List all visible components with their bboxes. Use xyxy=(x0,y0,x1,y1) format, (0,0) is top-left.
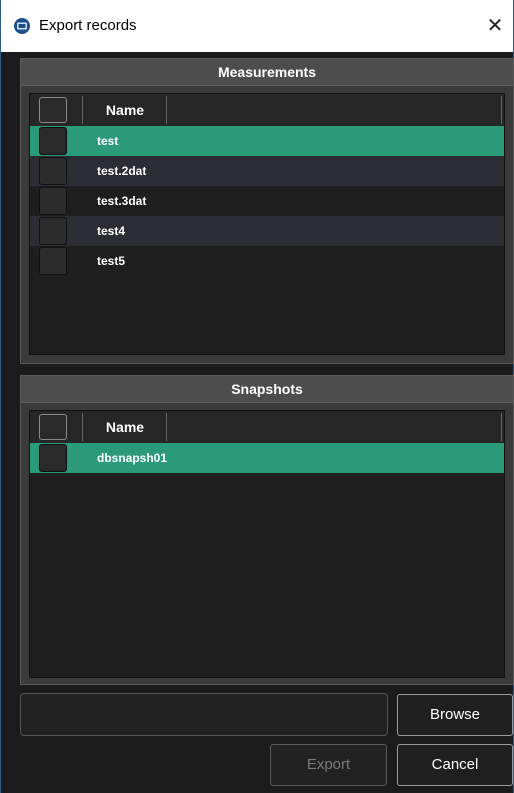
measurements-panel: Measurements Name test test.2dat test.3dat… xyxy=(20,58,514,364)
row-checkbox[interactable] xyxy=(39,127,67,155)
export-records-dialog: Export records ✕ Measurements Name test t… xyxy=(0,0,514,793)
snapshots-table: Name dbsnapsh01 xyxy=(29,410,505,678)
column-divider[interactable] xyxy=(166,413,167,441)
row-checkbox[interactable] xyxy=(39,444,67,472)
column-divider[interactable] xyxy=(166,96,167,124)
measurements-header: Measurements xyxy=(21,59,513,86)
export-button[interactable]: Export xyxy=(270,744,387,786)
row-name: dbsnapsh01 xyxy=(97,451,168,465)
row-name: test4 xyxy=(97,224,126,238)
export-path-field[interactable] xyxy=(20,693,388,736)
browse-button[interactable]: Browse xyxy=(397,694,513,736)
column-divider[interactable] xyxy=(82,413,83,441)
column-divider xyxy=(501,96,502,124)
row-name: test xyxy=(97,134,119,148)
title-bar: Export records ✕ xyxy=(1,0,513,52)
table-row[interactable]: test.3dat xyxy=(30,186,504,216)
row-checkbox[interactable] xyxy=(39,217,67,245)
snapshots-name-column-header[interactable]: Name xyxy=(90,411,160,443)
table-row[interactable]: dbsnapsh01 xyxy=(30,443,504,473)
column-divider[interactable] xyxy=(82,96,83,124)
snapshots-header: Snapshots xyxy=(21,376,513,403)
measurements-name-column-header[interactable]: Name xyxy=(90,94,160,126)
row-checkbox[interactable] xyxy=(39,187,67,215)
snapshots-panel: Snapshots Name dbsnapsh01 xyxy=(20,375,514,685)
table-row[interactable]: test5 xyxy=(30,246,504,276)
window-title: Export records xyxy=(39,17,137,34)
row-name: test.2dat xyxy=(97,164,147,178)
row-name: test.3dat xyxy=(97,194,147,208)
row-checkbox[interactable] xyxy=(39,157,67,185)
table-row[interactable]: test.2dat xyxy=(30,156,504,186)
row-checkbox[interactable] xyxy=(39,247,67,275)
cancel-button[interactable]: Cancel xyxy=(397,744,513,786)
table-row[interactable]: test xyxy=(30,126,504,156)
record-app-icon xyxy=(14,18,30,34)
column-divider xyxy=(501,413,502,441)
close-icon: ✕ xyxy=(486,15,504,37)
table-row[interactable]: test4 xyxy=(30,216,504,246)
select-all-snapshots-checkbox[interactable] xyxy=(39,414,67,440)
close-button[interactable]: ✕ xyxy=(477,10,513,42)
measurements-table-header: Name xyxy=(30,94,504,127)
snapshots-table-header: Name xyxy=(30,411,504,444)
select-all-measurements-checkbox[interactable] xyxy=(39,97,67,123)
row-name: test5 xyxy=(97,254,126,268)
measurements-table: Name test test.2dat test.3dat test4 test5 xyxy=(29,93,505,355)
